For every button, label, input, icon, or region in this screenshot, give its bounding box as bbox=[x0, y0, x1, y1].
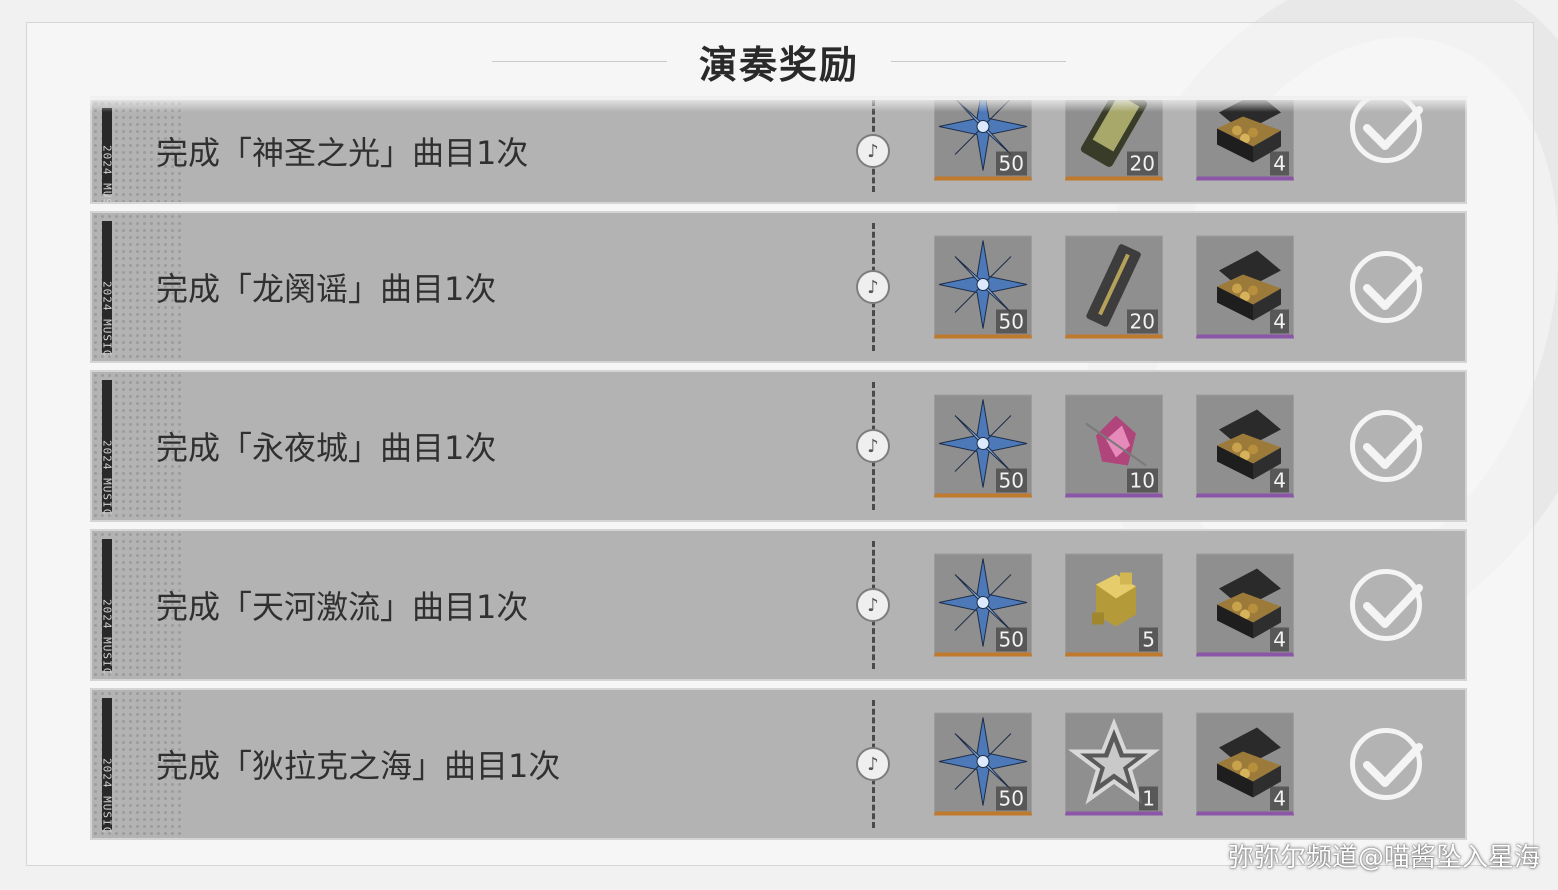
reward-quantity: 4 bbox=[1270, 627, 1289, 652]
reward-item[interactable]: 4 bbox=[1196, 553, 1294, 657]
reward-group: 50 20 4 bbox=[934, 100, 1294, 181]
reward-item[interactable]: 5 bbox=[1065, 553, 1163, 657]
task-description: 完成「天河激流」曲目1次 bbox=[156, 588, 529, 626]
reward-item[interactable]: 4 bbox=[1196, 712, 1294, 816]
music-note-icon: ♪ bbox=[856, 429, 890, 463]
page-title: 演奏奖励 bbox=[698, 42, 859, 87]
music-note-icon: ♪ bbox=[856, 747, 890, 781]
reward-group: 50 20 4 bbox=[934, 235, 1294, 339]
claimed-check-icon bbox=[1350, 410, 1423, 482]
claimed-check-icon bbox=[1350, 728, 1423, 800]
reward-item[interactable]: 20 bbox=[1065, 235, 1163, 339]
task-description: 完成「龙阕谣」曲目1次 bbox=[156, 270, 497, 308]
task-row: 2024 MUSIC 完成「龙阕谣」曲目1次 ♪ 50 20 4 bbox=[90, 211, 1467, 363]
row-tag-text: 2024 MUSIC bbox=[101, 145, 114, 202]
reward-group: 50 10 4 bbox=[934, 394, 1294, 498]
title-line-right bbox=[891, 60, 1066, 62]
claimed-check-icon bbox=[1350, 251, 1423, 323]
task-row: 2024 MUSIC 完成「狄拉克之海」曲目1次 ♪ 50 1 4 bbox=[90, 688, 1467, 840]
reward-quantity: 10 bbox=[1126, 468, 1158, 493]
task-row: 2024 MUSIC 完成「永夜城」曲目1次 ♪ 50 10 4 bbox=[90, 370, 1467, 522]
reward-quantity: 50 bbox=[995, 627, 1027, 652]
row-tag-text: 2024 MUSIC bbox=[101, 599, 114, 675]
row-tag-text: 2024 MUSIC bbox=[101, 440, 114, 516]
reward-quantity: 1 bbox=[1139, 786, 1158, 811]
music-note-icon: ♪ bbox=[856, 270, 890, 304]
reward-item[interactable]: 10 bbox=[1065, 394, 1163, 498]
reward-item[interactable]: 4 bbox=[1196, 394, 1294, 498]
reward-quantity: 50 bbox=[995, 151, 1027, 176]
claimed-check-icon bbox=[1350, 569, 1423, 641]
reward-item[interactable]: 4 bbox=[1196, 235, 1294, 339]
reward-quantity: 20 bbox=[1126, 309, 1158, 334]
reward-item[interactable]: 4 bbox=[1196, 100, 1294, 181]
task-description: 完成「永夜城」曲目1次 bbox=[156, 429, 497, 467]
reward-list[interactable]: 2024 MUSIC 完成「神圣之光」曲目1次 ♪ 50 20 4 2024 M… bbox=[90, 100, 1467, 847]
task-description: 完成「神圣之光」曲目1次 bbox=[156, 134, 529, 172]
reward-item[interactable]: 20 bbox=[1065, 100, 1163, 181]
reward-item[interactable]: 1 bbox=[1065, 712, 1163, 816]
reward-quantity: 50 bbox=[995, 468, 1027, 493]
reward-quantity: 50 bbox=[995, 309, 1027, 334]
reward-quantity: 4 bbox=[1270, 309, 1289, 334]
row-tag-text: 2024 MUSIC bbox=[101, 281, 114, 357]
reward-quantity: 4 bbox=[1270, 468, 1289, 493]
reward-item[interactable]: 50 bbox=[934, 553, 1032, 657]
reward-quantity: 50 bbox=[995, 786, 1027, 811]
music-note-icon: ♪ bbox=[856, 588, 890, 622]
reward-quantity: 20 bbox=[1126, 151, 1158, 176]
reward-item[interactable]: 50 bbox=[934, 712, 1032, 816]
task-description: 完成「狄拉克之海」曲目1次 bbox=[156, 747, 561, 785]
reward-quantity: 5 bbox=[1139, 627, 1158, 652]
reward-item[interactable]: 50 bbox=[934, 235, 1032, 339]
reward-group: 50 5 4 bbox=[934, 553, 1294, 657]
reward-item[interactable]: 50 bbox=[934, 100, 1032, 181]
task-row: 2024 MUSIC 完成「神圣之光」曲目1次 ♪ 50 20 4 bbox=[90, 100, 1467, 204]
reward-group: 50 1 4 bbox=[934, 712, 1294, 816]
reward-quantity: 4 bbox=[1270, 151, 1289, 176]
task-row: 2024 MUSIC 完成「天河激流」曲目1次 ♪ 50 5 4 bbox=[90, 529, 1467, 681]
panel-header: 演奏奖励 bbox=[0, 22, 1558, 100]
watermark: 弥弥尔频道@喵酱坠入星海 bbox=[1227, 843, 1540, 873]
row-tag-text: 2024 MUSIC bbox=[101, 758, 114, 834]
reward-item[interactable]: 50 bbox=[934, 394, 1032, 498]
music-note-icon: ♪ bbox=[856, 134, 890, 168]
title-line-left bbox=[491, 60, 667, 62]
reward-quantity: 4 bbox=[1270, 786, 1289, 811]
